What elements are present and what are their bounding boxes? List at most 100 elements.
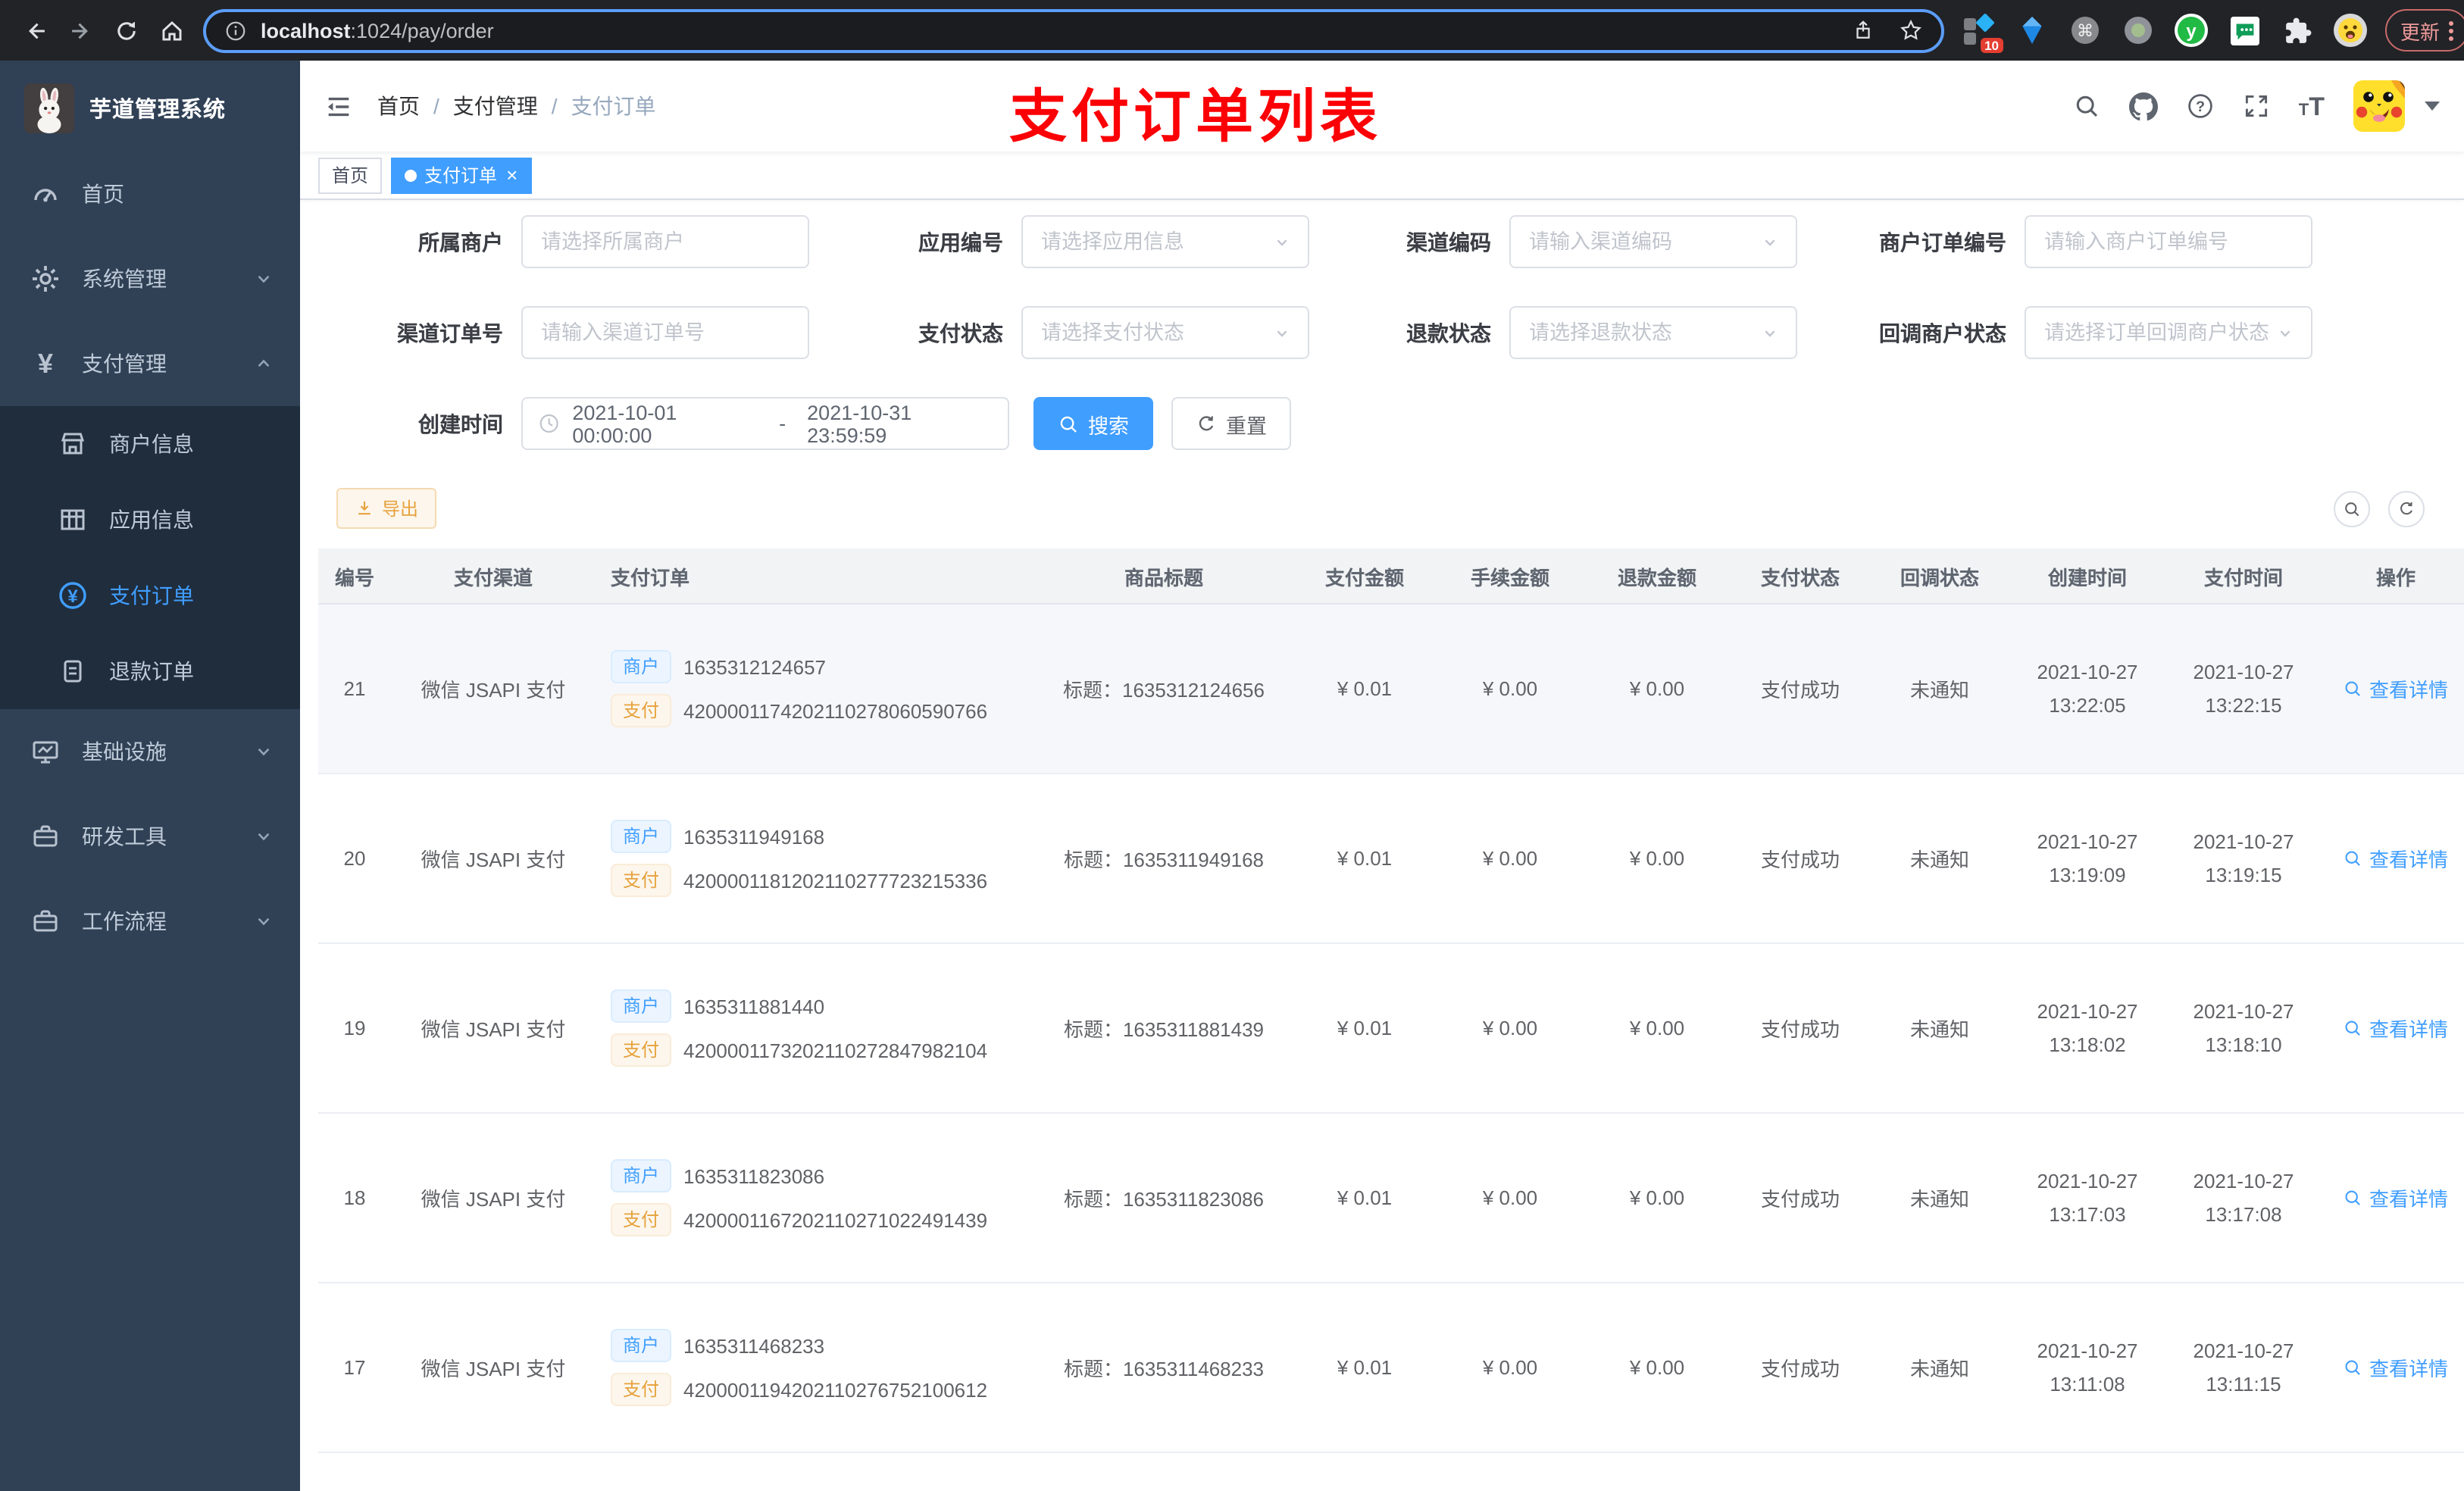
font-size-icon[interactable]: TT — [2299, 93, 2325, 119]
site-info-icon[interactable] — [224, 19, 247, 42]
sidebar-item-3[interactable]: 商户信息 — [0, 406, 300, 482]
create-time-range-picker[interactable]: 2021-10-01 00:00:00 - 2021-10-31 23:59:5… — [521, 397, 1009, 450]
breadcrumb-pay-manage[interactable]: 支付管理 — [453, 91, 538, 121]
header-search-icon[interactable] — [2073, 92, 2100, 120]
cell-action: 查看详情 — [2322, 774, 2464, 944]
filter-control[interactable] — [1021, 215, 1309, 268]
filter-field: 所属商户 — [336, 215, 809, 268]
filter-control[interactable] — [521, 306, 809, 359]
table-row: 商户1635311354796 — [318, 1452, 2464, 1491]
cell-notify-status: 未通知 — [1870, 604, 2009, 774]
filter-control[interactable] — [2025, 306, 2312, 359]
filter-control[interactable] — [2025, 215, 2312, 268]
share-icon[interactable] — [1852, 18, 1875, 42]
browser-forward-button[interactable] — [61, 11, 100, 50]
chevron-down-icon — [1759, 322, 1781, 343]
sidebar-collapse-icon[interactable] — [324, 92, 353, 120]
view-detail-link[interactable]: 查看详情 — [2344, 674, 2448, 703]
cell-title: 标题：1635311823086 — [1035, 1113, 1293, 1283]
filter-input[interactable] — [1038, 320, 1271, 345]
reset-button[interactable]: 重置 — [1171, 397, 1291, 450]
cell-notify-status: 未通知 — [1870, 774, 2009, 944]
filter-label: 退款状态 — [1406, 320, 1491, 345]
pay-badge: 支付 — [611, 1033, 672, 1067]
bookmark-star-icon[interactable] — [1899, 18, 1923, 42]
cell-fee: ¥ 0.00 — [1437, 774, 1584, 944]
sidebar-item-9[interactable]: 工作流程 — [0, 879, 300, 964]
sidebar-item-1[interactable]: 系统管理 — [0, 236, 300, 321]
export-label: 导出 — [382, 499, 419, 520]
emoji-profile-icon[interactable] — [2334, 14, 2367, 47]
browser-reload-button[interactable] — [106, 11, 145, 50]
cell-id: 17 — [318, 1283, 391, 1453]
filter-control[interactable] — [1509, 306, 1797, 359]
filter-input[interactable] — [538, 229, 793, 255]
filter-input[interactable] — [1038, 229, 1271, 255]
browser-back-button[interactable] — [15, 11, 55, 50]
fullscreen-icon[interactable] — [2243, 92, 2270, 120]
column-header: 支付状态 — [1731, 549, 1870, 605]
tab-pay-order[interactable]: 支付订单 × — [391, 157, 532, 193]
y-extension-icon[interactable]: y — [2175, 14, 2208, 47]
browser-update-button[interactable]: 更新 — [2385, 9, 2464, 52]
sidebar-item-2[interactable]: 支付管理 — [0, 321, 300, 406]
cell-status: 支付成功 — [1731, 774, 1870, 944]
filter-control[interactable] — [521, 215, 809, 268]
menu-icon — [30, 821, 61, 852]
filter-input[interactable] — [1526, 229, 1759, 255]
filter-input[interactable] — [2041, 229, 2296, 255]
chat-extension-icon[interactable] — [2228, 14, 2261, 47]
sidebar-item-label: 应用信息 — [109, 508, 194, 532]
sidebar-item-7[interactable]: 基础设施 — [0, 709, 300, 794]
filter-label: 渠道编码 — [1406, 230, 1491, 254]
filter-control[interactable] — [1509, 215, 1797, 268]
help-icon[interactable]: ? — [2187, 92, 2214, 120]
merchant-order-no: 1635311949168 — [683, 825, 825, 848]
dot-extension-icon[interactable] — [2122, 14, 2155, 47]
sidebar-item-5[interactable]: 支付订单 — [0, 558, 300, 633]
user-avatar[interactable] — [2353, 80, 2405, 132]
chevron-down-icon[interactable] — [2425, 102, 2440, 111]
cell-channel: 微信 JSAPI 支付 — [391, 604, 596, 774]
browser-home-button[interactable] — [152, 11, 191, 50]
orders-table: 编号 支付渠道 支付订单 商品标题 支付金额 手续金额 退款金额 支付状态 回调状态 创建时间 支付… — [318, 549, 2464, 1491]
command-extension-icon[interactable]: ⌘ — [2068, 14, 2102, 47]
view-detail-link[interactable]: 查看详情 — [2344, 1014, 2448, 1042]
cell-title: 标题：1635312124656 — [1035, 604, 1293, 774]
filter-input[interactable] — [1526, 320, 1759, 345]
filter-control[interactable] — [1021, 306, 1309, 359]
cell-title: 标题：1635311949168 — [1035, 774, 1293, 944]
browser-menu-icon[interactable] — [2449, 20, 2454, 40]
sidebar-item-8[interactable]: 研发工具 — [0, 794, 300, 879]
show-search-toggle-button[interactable] — [2334, 490, 2370, 527]
filter-input[interactable] — [538, 320, 793, 345]
sidebar: 芋道管理系统 首页 系统管理 支付管理 商户信息 应用信息 支付订单 退款订单 … — [0, 61, 300, 1491]
puzzle-extensions-icon[interactable] — [2281, 14, 2314, 47]
sidebar-item-label: 首页 — [82, 182, 124, 206]
search-button[interactable]: 搜索 — [1033, 397, 1153, 450]
view-detail-link[interactable]: 查看详情 — [2344, 844, 2448, 873]
refresh-table-button[interactable] — [2388, 490, 2425, 527]
view-detail-link[interactable]: 查看详情 — [2344, 1183, 2448, 1212]
sidebar-item-6[interactable]: 退款订单 — [0, 633, 300, 709]
app-logo[interactable]: 芋道管理系统 — [0, 61, 300, 145]
table-body: 21 微信 JSAPI 支付 商户 1635312124657 支付 4200001… — [318, 604, 2464, 1491]
table-row: 17 微信 JSAPI 支付 商户 1635311468233 支付 4200001… — [318, 1283, 2464, 1453]
merchant-badge: 商户 — [611, 989, 672, 1023]
view-detail-link[interactable]: 查看详情 — [2344, 1353, 2448, 1382]
cell-action: 查看详情 — [2322, 1283, 2464, 1453]
gem-extension-icon[interactable] — [2015, 14, 2049, 47]
export-button[interactable]: 导出 — [336, 488, 437, 529]
address-bar[interactable]: localhost:1024/pay/order — [203, 8, 1944, 52]
breadcrumb-home[interactable]: 首页 — [377, 91, 420, 121]
sidebar-item-0[interactable]: 首页 — [0, 152, 300, 236]
filter-input[interactable] — [2041, 320, 2275, 345]
github-icon[interactable] — [2128, 92, 2158, 120]
pay-order-no: 4200001174202110278060590766 — [683, 699, 988, 722]
sidebar-item-4[interactable]: 应用信息 — [0, 482, 300, 558]
close-tab-icon[interactable]: × — [506, 165, 518, 185]
workflow-extension-icon[interactable]: 10 — [1962, 14, 2003, 53]
cell-id: 19 — [318, 943, 391, 1114]
tab-home[interactable]: 首页 — [318, 157, 383, 193]
pay-badge: 支付 — [611, 1373, 672, 1406]
